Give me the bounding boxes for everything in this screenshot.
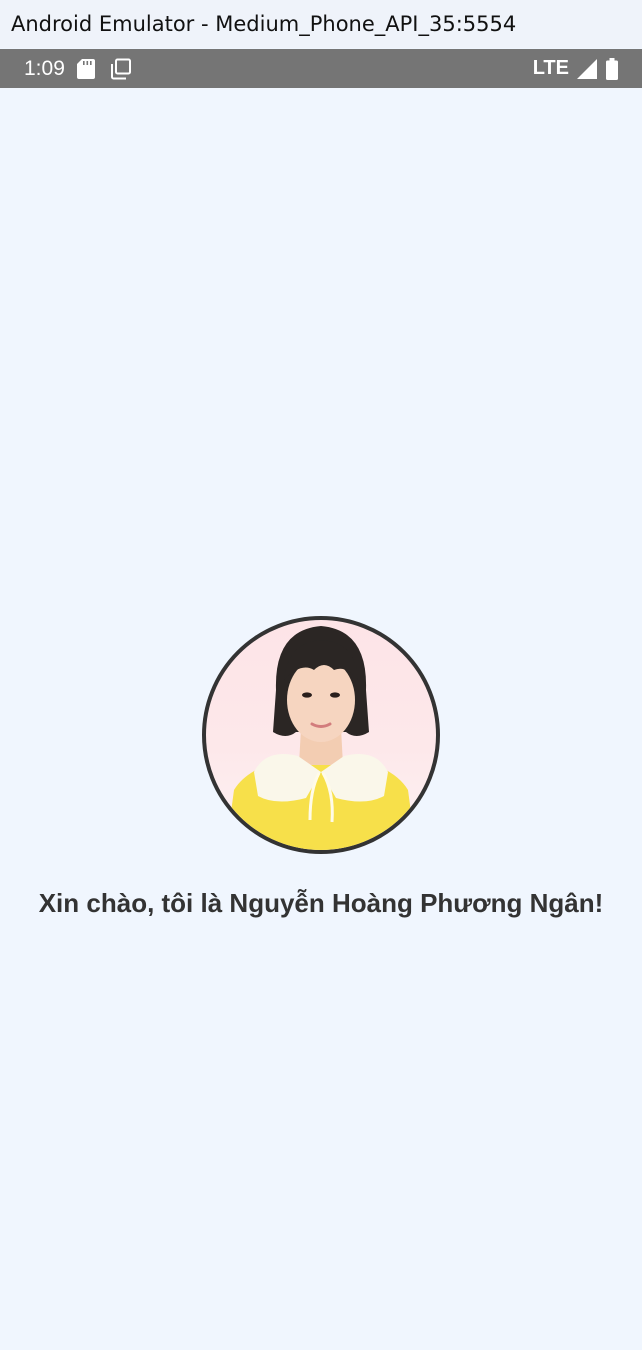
network-type-label: LTE [532,57,569,79]
profile-photo [226,626,416,850]
greeting-text: Xin chào, tôi là Nguyễn Hoàng Phương Ngâ… [38,888,604,918]
status-bar: 1:09 LTE [0,49,642,88]
status-right-cluster: LTE [533,57,618,80]
window-title: Android Emulator - Medium_Phone_API_35:5… [11,12,517,36]
sd-card-icon [76,58,95,79]
app-content: Xin chào, tôi là Nguyễn Hoàng Phương Ngâ… [0,88,642,1350]
battery-icon [606,57,618,80]
status-time: 1:09 [24,56,65,80]
avatar [202,616,440,854]
copy-icon [110,58,132,80]
signal-icon [577,58,597,79]
window-titlebar: Android Emulator - Medium_Phone_API_35:5… [0,0,642,48]
